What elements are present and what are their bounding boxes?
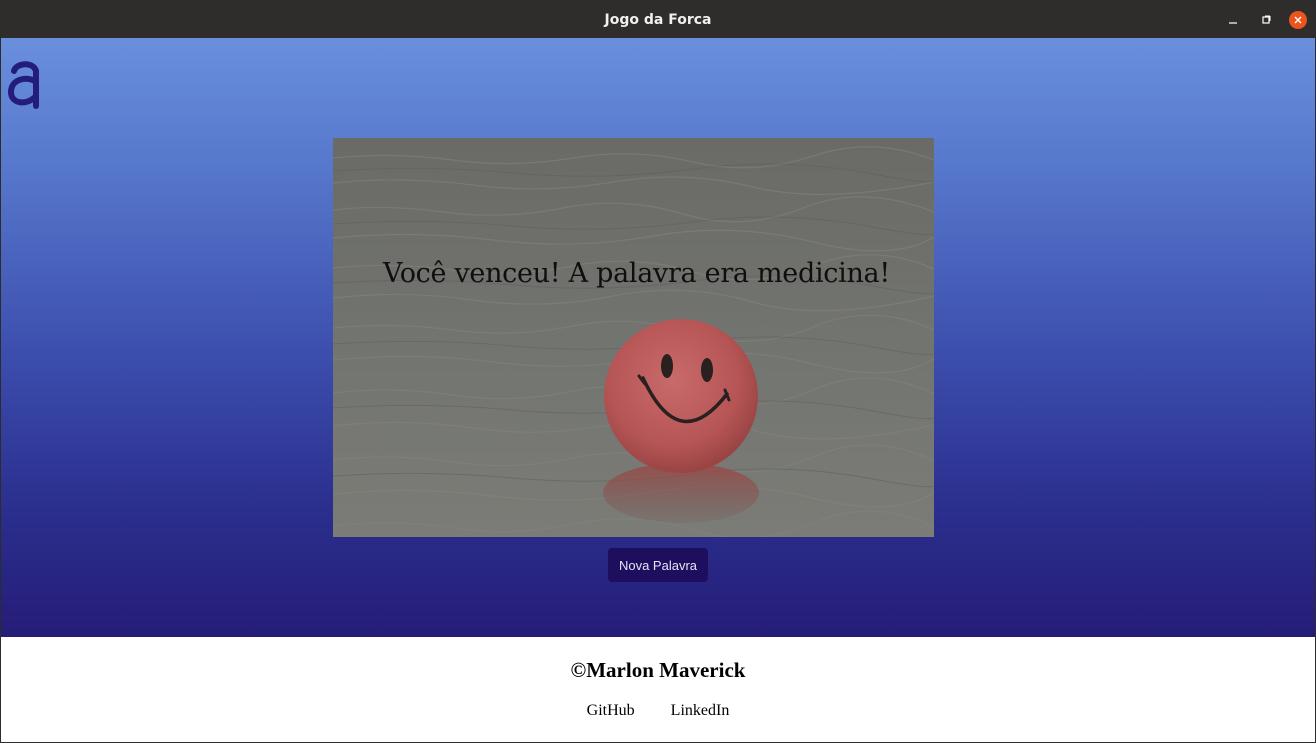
footer: ©Marlon Maverick GitHub LinkedIn: [1, 637, 1315, 742]
linkedin-link[interactable]: LinkedIn: [671, 702, 730, 720]
copyright-text: ©Marlon Maverick: [570, 658, 746, 682]
smiley-ball-in-water-image: [333, 138, 934, 537]
window-controls: [1223, 10, 1307, 30]
close-icon[interactable]: [1289, 11, 1307, 29]
result-message: Você venceu! A palavra era medicina!: [383, 258, 890, 289]
github-link[interactable]: GitHub: [587, 702, 635, 720]
result-image-card: Você venceu! A palavra era medicina!: [333, 138, 934, 537]
minimize-icon[interactable]: [1223, 10, 1243, 30]
footer-links: GitHub LinkedIn: [1, 702, 1315, 720]
letter-a-logo-icon: [7, 61, 39, 109]
new-word-button[interactable]: Nova Palavra: [608, 548, 708, 582]
app-window: Jogo da Forca Você venceu! A palavra era…: [0, 0, 1316, 743]
maximize-icon[interactable]: [1256, 10, 1276, 30]
window-title: Jogo da Forca: [604, 11, 712, 28]
title-bar[interactable]: Jogo da Forca: [1, 1, 1315, 38]
game-area: Você venceu! A palavra era medicina! Nov…: [1, 38, 1315, 637]
